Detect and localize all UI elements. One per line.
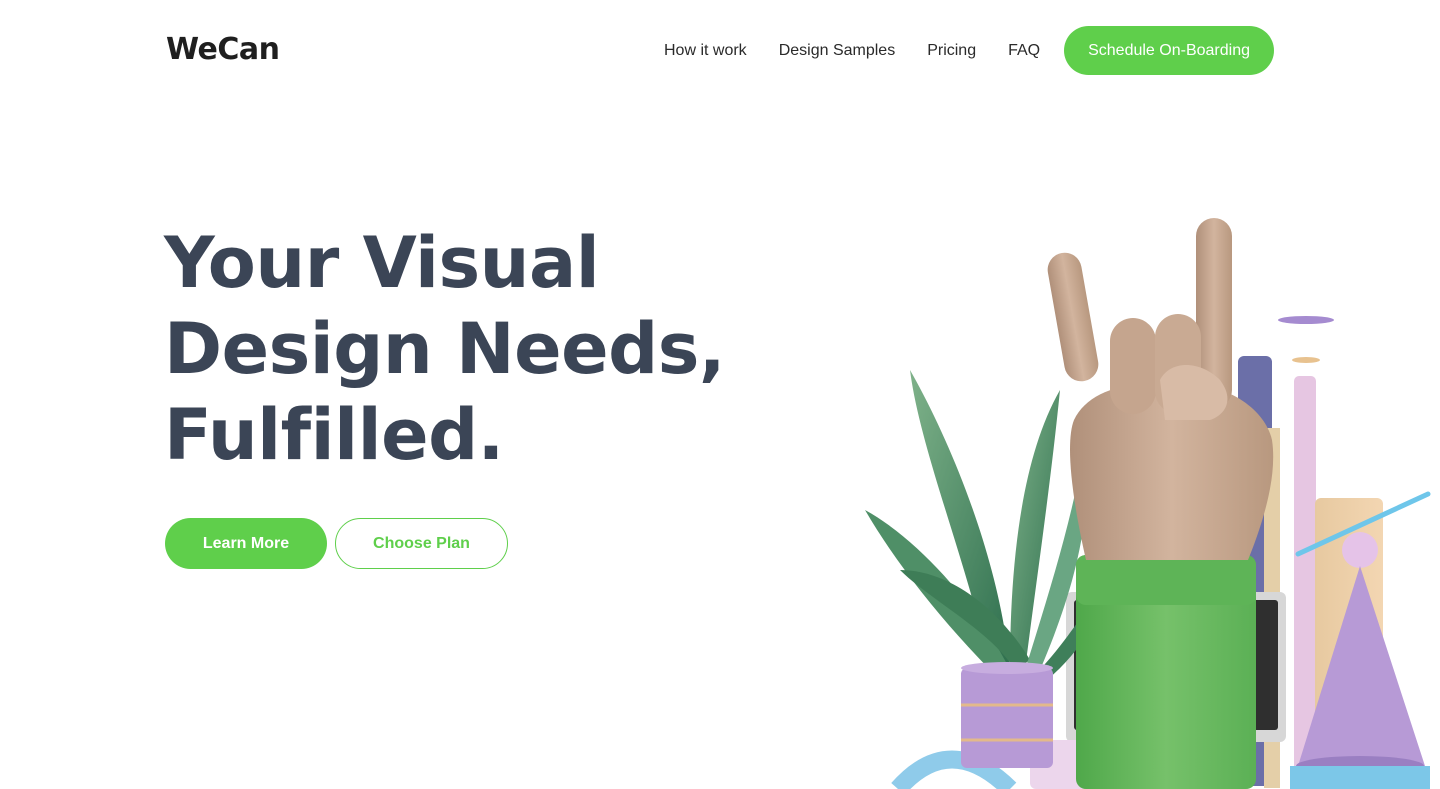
hand-rock-sign-illustration [1047,218,1274,789]
hero-title-line: Your Visual [164,222,600,304]
nav-link-pricing[interactable]: Pricing [927,42,976,60]
brand-logo[interactable]: WeCan [166,31,280,69]
choose-plan-button[interactable]: Choose Plan [335,518,508,569]
nav-link-how-it-work[interactable]: How it work [664,42,747,60]
landing-page: WeCan How it work Design Samples Pricing… [0,0,1440,789]
nav-link-faq[interactable]: FAQ [1008,42,1040,60]
learn-more-button[interactable]: Learn More [165,518,327,569]
schedule-onboarding-button[interactable]: Schedule On-Boarding [1064,26,1274,75]
nav-link-design-samples[interactable]: Design Samples [779,42,896,60]
hero-illustration [865,218,1431,789]
hero-title-line: Fulfilled. [164,394,504,476]
main-nav: How it work Design Samples Pricing FAQ S… [664,26,1274,75]
hero-actions: Learn More Choose Plan [165,518,508,569]
hero-title: Your Visual Design Needs, Fulfilled. [164,220,804,478]
hero-title-line: Design Needs, [164,308,725,390]
